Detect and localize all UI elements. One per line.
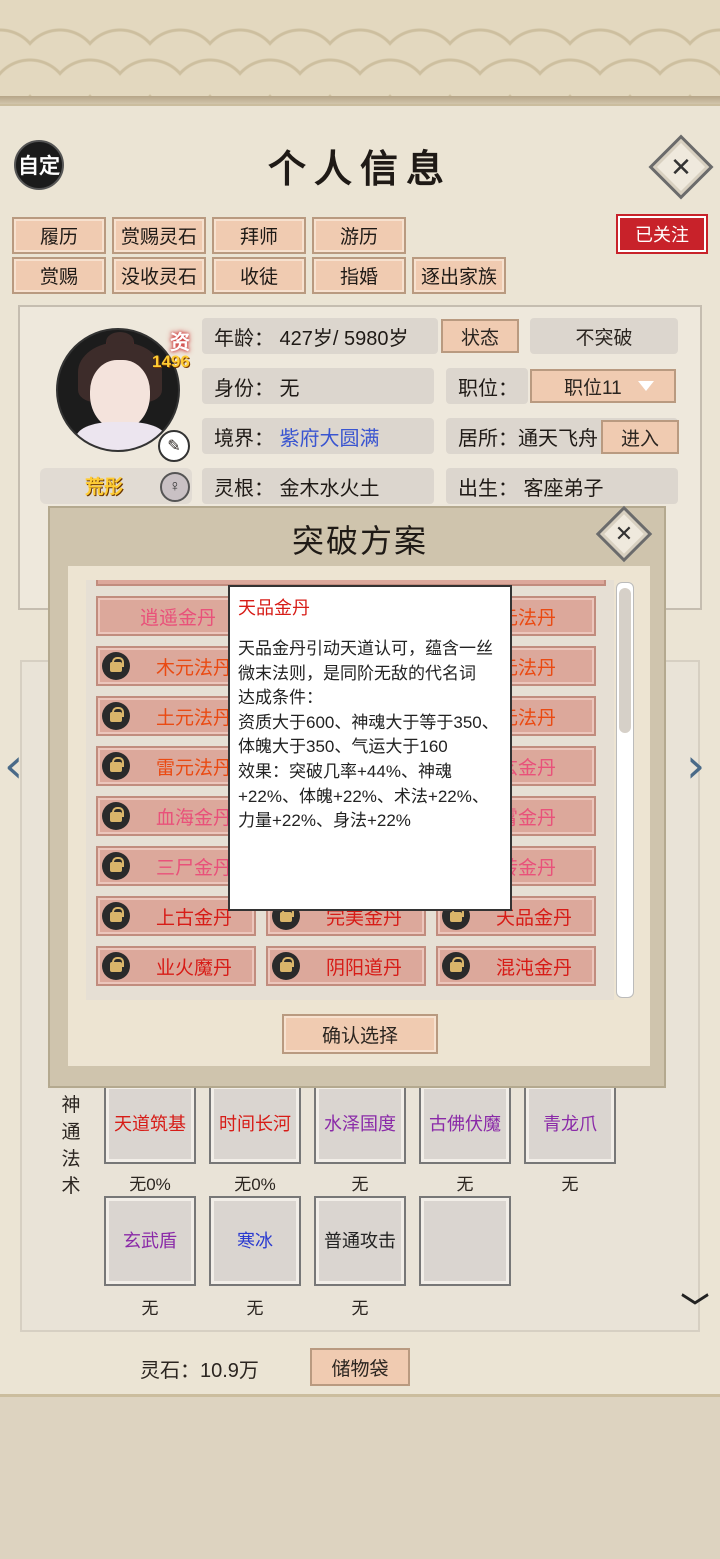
realm-field: 境界： 紫府大圆满 (202, 418, 434, 454)
skill-level: 无 (456, 1175, 474, 1194)
lock-icon (102, 752, 130, 780)
option-label: 混沌金丹 (495, 957, 572, 979)
storage-bag-button[interactable]: 储物袋 (310, 1348, 410, 1386)
skill-name: 青龙爪 (543, 1113, 597, 1134)
skill-level: 无 (351, 1299, 369, 1318)
empty-skill-slot[interactable] (419, 1196, 511, 1286)
item-tooltip: 天品金丹 天品金丹引动天道认可，蕴含一丝微末法则，是同阶无敌的代名词 达成条件：… (228, 585, 512, 911)
next-arrow-icon[interactable]: › (686, 738, 705, 794)
skill-name: 天道筑基 (114, 1113, 186, 1134)
skill-name: 寒冰 (237, 1230, 273, 1251)
enter-button[interactable]: 进入 (601, 420, 679, 454)
tooltip-title: 天品金丹 (238, 598, 310, 618)
skill-level: 无 (351, 1175, 369, 1194)
resume-button[interactable]: 履历 (12, 217, 106, 254)
skill-level: 无0% (129, 1175, 171, 1194)
follow-badge[interactable]: 已关注 (616, 214, 708, 254)
expel-button[interactable]: 逐出家族 (412, 257, 506, 294)
skill-tile[interactable]: 青龙爪 (524, 1084, 616, 1164)
skill-name: 水泽国度 (324, 1113, 396, 1134)
tooltip-body: 天品金丹引动天道认可，蕴含一丝微末法则，是同阶无敌的代名词 达成条件： 资质大于… (238, 639, 499, 831)
realm-label: 境界： (214, 427, 274, 450)
confiscate-stone-button[interactable]: 没收灵石 (112, 257, 206, 294)
skill-name: 时间长河 (219, 1113, 291, 1134)
identity-field: 身份： 无 (202, 368, 434, 404)
confirm-button[interactable]: 确认选择 (282, 1014, 438, 1054)
position-dropdown[interactable]: 职位11 (530, 369, 676, 403)
realm-value: 紫府大圆满 (279, 427, 380, 450)
lock-icon (102, 902, 130, 930)
skill-tile[interactable]: 天道筑基 (104, 1084, 196, 1164)
option-label: 阴阳道丹 (325, 957, 402, 979)
skills-label: 神通法术 (61, 1095, 81, 1197)
skill-tile[interactable]: 玄武盾 (104, 1196, 196, 1286)
skill-level: 无 (561, 1175, 579, 1194)
birth-field: 出生： 客座弟子 (446, 468, 678, 504)
take-master-button[interactable]: 拜师 (212, 217, 306, 254)
reward-button[interactable]: 赏赐 (12, 257, 106, 294)
female-icon: ♀ (160, 472, 190, 502)
spirit-root-field: 灵根： 金木水火土 (202, 468, 434, 504)
breakthrough-option[interactable]: 混沌金丹 (436, 946, 596, 986)
option-label: 业火魔丹 (155, 957, 232, 979)
breakthrough-option[interactable]: 阴阳道丹 (266, 946, 426, 986)
travel-button[interactable]: 游历 (312, 217, 406, 254)
aptitude-value: 1496 (152, 352, 190, 371)
prev-arrow-icon[interactable]: ‹ (4, 738, 23, 794)
dropdown-arrow-icon (637, 381, 654, 391)
page-title: 个人信息 (267, 146, 452, 191)
close-icon: ✕ (670, 151, 692, 182)
lock-icon (102, 852, 130, 880)
skill-level: 无0% (234, 1175, 276, 1194)
top-wave-band (0, 0, 720, 106)
lock-icon (102, 702, 130, 730)
spirit-stone-count: 灵石：10.9万 (140, 1360, 259, 1382)
lock-icon (102, 652, 130, 680)
age-field: 年龄： 427岁/ 5980岁 (202, 318, 438, 354)
close-button[interactable]: ✕ (648, 134, 714, 200)
no-breakthrough-button[interactable]: 不突破 (530, 318, 678, 354)
lock-icon (102, 952, 130, 980)
close-icon: ✕ (614, 521, 634, 546)
arrange-marriage-button[interactable]: 指婚 (312, 257, 406, 294)
position-label: 职位： (446, 368, 528, 404)
reward-stone-button[interactable]: 赏赐灵石 (112, 217, 206, 254)
bottom-area (0, 1394, 720, 1559)
skill-tile[interactable]: 普通攻击 (314, 1196, 406, 1286)
skill-name: 普通攻击 (324, 1230, 396, 1251)
skill-name: 玄武盾 (123, 1230, 177, 1251)
take-disciple-button[interactable]: 收徒 (212, 257, 306, 294)
status-button[interactable]: 状态 (441, 319, 519, 353)
list-scroll-thumb[interactable] (619, 588, 631, 733)
modal-title: 突破方案 (291, 523, 428, 559)
modal-close-button[interactable]: ✕ (595, 505, 653, 563)
skill-level: 无 (141, 1299, 159, 1318)
lock-icon (102, 802, 130, 830)
position-value: 职位11 (564, 377, 622, 399)
chevron-down-icon[interactable]: ﹀ (676, 1286, 714, 1323)
skill-tile[interactable]: 时间长河 (209, 1084, 301, 1164)
skill-level: 无 (246, 1299, 264, 1318)
skill-name: 古佛伏魔 (429, 1113, 501, 1134)
edit-pen-icon[interactable]: ✎ (158, 430, 190, 462)
lock-icon (272, 952, 300, 980)
lock-icon (442, 952, 470, 980)
skill-tile[interactable]: 古佛伏魔 (419, 1084, 511, 1164)
character-name: 荒彤 (84, 477, 123, 498)
custom-button[interactable]: 自定 (14, 140, 64, 190)
skill-tile[interactable]: 寒冰 (209, 1196, 301, 1286)
skill-tile[interactable]: 水泽国度 (314, 1084, 406, 1164)
breakthrough-option[interactable]: 业火魔丹 (96, 946, 256, 986)
